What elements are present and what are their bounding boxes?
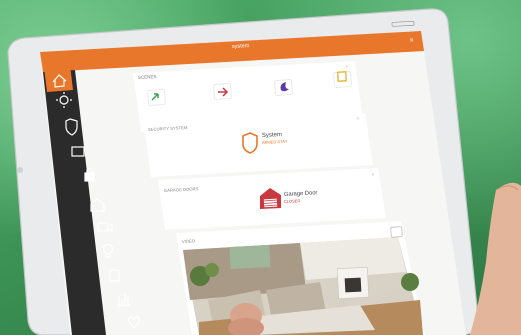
scenes-chevron-icon[interactable]: ›	[346, 64, 348, 70]
garage-chevron-icon[interactable]: ›	[372, 172, 374, 178]
scene-night[interactable]	[274, 79, 293, 96]
app-title: system	[232, 43, 250, 50]
sidebar-item-home[interactable]	[44, 65, 73, 92]
hand	[470, 182, 521, 335]
tablet-device: system ≡ SCENES › SECURITY SYSTEM › Syst…	[7, 8, 521, 335]
scenes-label: SCENES	[138, 74, 157, 80]
security-chevron-icon[interactable]: ›	[357, 116, 359, 122]
scene-custom[interactable]	[333, 71, 352, 88]
security-status-title: System	[262, 132, 282, 139]
scene-arrive[interactable]	[147, 89, 166, 106]
garage-status-sub: CLOSED	[284, 198, 301, 204]
scene-leave[interactable]	[213, 83, 232, 100]
camera-feed[interactable]	[183, 237, 423, 335]
lock-icon	[84, 172, 95, 182]
screen: system ≡ SCENES › SECURITY SYSTEM › Syst…	[40, 21, 466, 335]
video-card[interactable]: VIDEO	[176, 221, 425, 335]
video-label: VIDEO	[182, 238, 196, 244]
